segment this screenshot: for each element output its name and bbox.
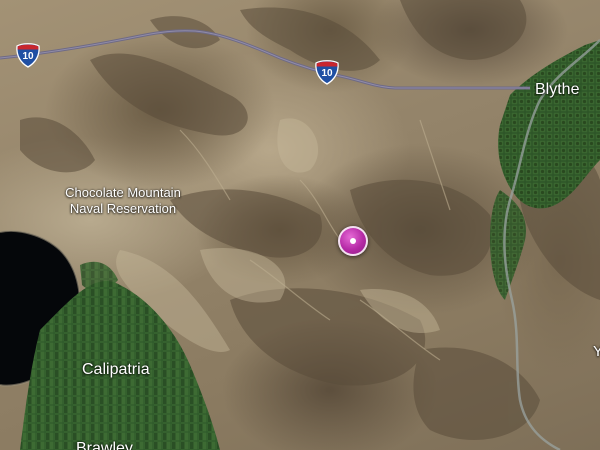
label-line-2: Naval Reservation (69, 201, 177, 216)
place-label-partial-edge[interactable]: Y (593, 343, 600, 360)
interstate-shield-10-east: 10 (314, 59, 340, 85)
label-line-1: Chocolate Mountain (65, 185, 181, 200)
location-pin-icon[interactable] (338, 226, 368, 256)
interstate-shield-10-west: 10 (15, 42, 41, 68)
place-label-calipatria[interactable]: Calipatria (82, 361, 150, 379)
place-label-chocolate-mountain-naval-reservation[interactable]: Chocolate Mountain Naval Reservation (58, 185, 188, 217)
pin-center-dot (350, 238, 356, 244)
shield-number: 10 (321, 68, 333, 79)
shield-number: 10 (22, 51, 34, 62)
place-label-brawley[interactable]: Brawley (76, 440, 133, 450)
map-terrain-layer (0, 0, 600, 450)
satellite-map[interactable]: 10 10 Blythe Chocolate Mountain Naval Re… (0, 0, 600, 450)
place-label-blythe[interactable]: Blythe (535, 81, 579, 99)
